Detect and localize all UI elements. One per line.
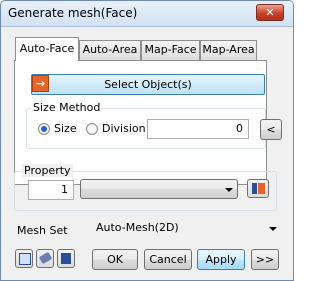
tab-map-area[interactable]: Map-Area xyxy=(200,40,257,60)
window-icon xyxy=(19,253,31,265)
tab-auto-face[interactable]: Auto-Face xyxy=(15,37,79,61)
more-button[interactable]: >> xyxy=(251,249,279,270)
close-icon: ✕ xyxy=(265,6,275,19)
size-radio-label: Size xyxy=(54,122,77,135)
tab-auto-area[interactable]: Auto-Area xyxy=(79,40,141,60)
bottom-tool-button-1[interactable] xyxy=(15,249,33,268)
size-method-label: Size Method xyxy=(31,101,103,114)
division-radio-label: Division xyxy=(102,122,146,135)
size-radio[interactable] xyxy=(38,123,50,135)
tab-map-face[interactable]: Map-Face xyxy=(141,40,200,60)
close-button[interactable]: ✕ xyxy=(256,4,284,21)
select-objects-button[interactable]: Select Object(s) xyxy=(31,74,265,95)
window-title: Generate mesh(Face) xyxy=(8,6,138,20)
mesh-set-select[interactable]: Auto-Mesh(2D) xyxy=(92,218,281,240)
ok-button[interactable]: OK xyxy=(92,249,138,270)
eraser-icon xyxy=(38,251,53,265)
chevron-down-icon xyxy=(269,227,277,231)
bottom-tool-button-2[interactable] xyxy=(36,249,54,268)
chevron-down-icon xyxy=(225,188,233,192)
apply-button[interactable]: Apply xyxy=(197,249,245,270)
property-number-input[interactable]: 1 xyxy=(28,180,74,200)
property-label: Property xyxy=(22,164,73,177)
property-select[interactable] xyxy=(80,179,238,199)
size-value-input[interactable]: 0 xyxy=(147,119,249,139)
cancel-button[interactable]: Cancel xyxy=(144,249,192,270)
division-radio[interactable] xyxy=(86,123,98,135)
select-arrow-icon: → xyxy=(32,75,49,92)
title-bar[interactable]: Generate mesh(Face) ✕ xyxy=(1,1,293,27)
property-table-button[interactable] xyxy=(247,179,269,198)
pick-size-button[interactable]: < xyxy=(260,119,282,140)
property-table-icon xyxy=(252,183,257,194)
bottom-tool-button-3[interactable] xyxy=(57,249,75,268)
book-icon xyxy=(61,253,71,264)
mesh-set-value: Auto-Mesh(2D) xyxy=(96,221,179,234)
dialog-window: Generate mesh(Face) ✕ Auto-Face Auto-Are… xyxy=(0,0,294,281)
mesh-set-label: Mesh Set xyxy=(17,224,68,237)
